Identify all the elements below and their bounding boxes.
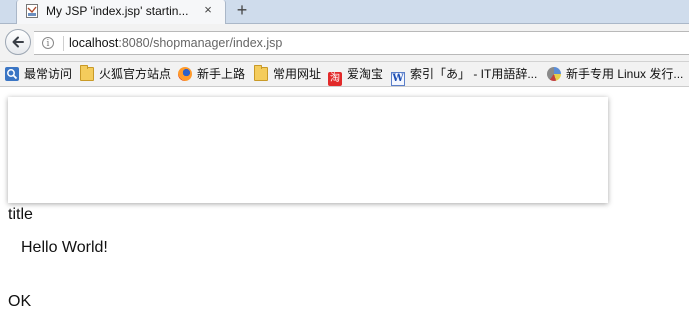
- url-separator: [63, 36, 64, 51]
- bookmark-taobao[interactable]: 淘爱淘宝: [328, 66, 384, 86]
- tab-strip: My JSP 'index.jsp' startin... × +: [0, 0, 689, 24]
- navigation-bar: i localhost:8080/shopmanager/index.jsp: [0, 24, 689, 62]
- url-bar[interactable]: i localhost:8080/shopmanager/index.jsp: [34, 31, 689, 55]
- new-tab-button[interactable]: +: [232, 0, 252, 20]
- back-button[interactable]: [5, 29, 31, 55]
- bookmark-most-visited[interactable]: 最常访问: [5, 66, 72, 83]
- firefox-icon: [178, 67, 192, 81]
- browser-tab[interactable]: My JSP 'index.jsp' startin... ×: [16, 0, 226, 24]
- w-icon: W: [391, 72, 405, 86]
- hello-text: Hello World!: [21, 239, 108, 256]
- ok-text: OK: [8, 293, 32, 310]
- close-tab-icon[interactable]: ×: [201, 3, 215, 17]
- taobao-icon: 淘: [328, 72, 342, 86]
- back-arrow-icon: [12, 36, 24, 48]
- url-text[interactable]: localhost:8080/shopmanager/index.jsp: [69, 36, 282, 50]
- embedded-frame: [8, 97, 608, 203]
- bookmark-firefox-site[interactable]: 火狐官方站点: [80, 65, 172, 83]
- bookmarks-bar: 最常访问 火狐官方站点 新手上路 常用网址 淘爱淘宝 W 索引「あ」 - IT用語…: [0, 62, 689, 87]
- bookmark-label: 索引「あ」 - IT用語辞...: [410, 67, 538, 81]
- site-info-icon[interactable]: i: [42, 37, 54, 49]
- bookmark-common-sites[interactable]: 常用网址: [254, 65, 322, 83]
- bookmark-label: 最常访问: [24, 67, 73, 81]
- title-text: title: [8, 206, 33, 223]
- bookmark-getting-started[interactable]: 新手上路: [178, 66, 245, 83]
- bookmark-it-dictionary[interactable]: W 索引「あ」 - IT用語辞...: [391, 66, 538, 86]
- search-icon: [5, 67, 19, 81]
- tab-title: My JSP 'index.jsp' startin...: [46, 4, 189, 18]
- page-favicon-icon: [26, 4, 38, 18]
- url-host: localhost: [69, 36, 119, 50]
- bookmark-label: 火狐官方站点: [99, 67, 172, 81]
- bookmark-linux-distro[interactable]: 新手专用 Linux 发行...: [547, 66, 683, 83]
- folder-icon: [254, 65, 268, 81]
- pie-chart-icon: [547, 67, 561, 81]
- bookmark-label: 新手上路: [197, 67, 246, 81]
- bookmark-label: 爱淘宝: [347, 67, 384, 81]
- bookmark-label: 常用网址: [273, 67, 322, 81]
- url-path: :8080/shopmanager/index.jsp: [118, 36, 283, 50]
- folder-icon: [80, 65, 94, 81]
- bookmark-label: 新手专用 Linux 发行...: [566, 67, 684, 81]
